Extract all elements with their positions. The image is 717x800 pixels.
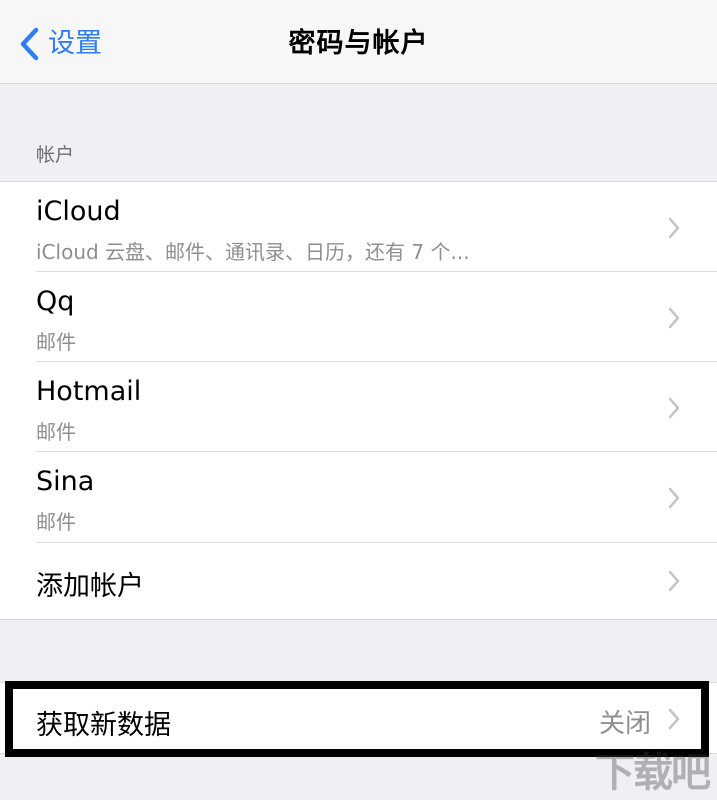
- fetch-settings-group: 获取新数据 关闭: [0, 682, 717, 754]
- account-title: Hotmail: [36, 376, 142, 407]
- page-title: 密码与帐户: [288, 28, 429, 59]
- fetch-new-data-row[interactable]: 获取新数据 关闭: [0, 683, 717, 753]
- account-subtitle: 邮件: [36, 330, 76, 354]
- account-row-sina[interactable]: Sina 邮件: [0, 452, 717, 543]
- account-title: iCloud: [36, 196, 121, 227]
- chevron-right-icon: [668, 397, 680, 419]
- chevron-right-icon: [668, 307, 680, 329]
- add-account-row[interactable]: 添加帐户: [0, 543, 717, 619]
- account-subtitle: 邮件: [36, 420, 76, 444]
- fetch-new-data-label: 获取新数据: [36, 710, 171, 741]
- accounts-list: iCloud iCloud 云盘、邮件、通讯录、日历，还有 7 个... Qq …: [0, 181, 717, 620]
- section-header-accounts: 帐户: [36, 144, 75, 166]
- chevron-right-icon: [668, 708, 680, 730]
- navigation-bar: 设置 密码与帐户: [0, 0, 717, 84]
- account-subtitle: 邮件: [36, 510, 76, 534]
- account-title: Sina: [36, 466, 95, 497]
- account-subtitle: iCloud 云盘、邮件、通讯录、日历，还有 7 个...: [36, 240, 470, 264]
- chevron-right-icon: [668, 570, 680, 592]
- chevron-right-icon: [668, 487, 680, 509]
- account-title: Qq: [36, 286, 75, 317]
- fetch-new-data-value: 关闭: [598, 709, 651, 739]
- chevron-right-icon: [668, 217, 680, 239]
- account-row-hotmail[interactable]: Hotmail 邮件: [0, 362, 717, 452]
- add-account-label: 添加帐户: [36, 571, 144, 602]
- account-row-icloud[interactable]: iCloud iCloud 云盘、邮件、通讯录、日历，还有 7 个...: [0, 182, 717, 272]
- account-row-qq[interactable]: Qq 邮件: [0, 272, 717, 362]
